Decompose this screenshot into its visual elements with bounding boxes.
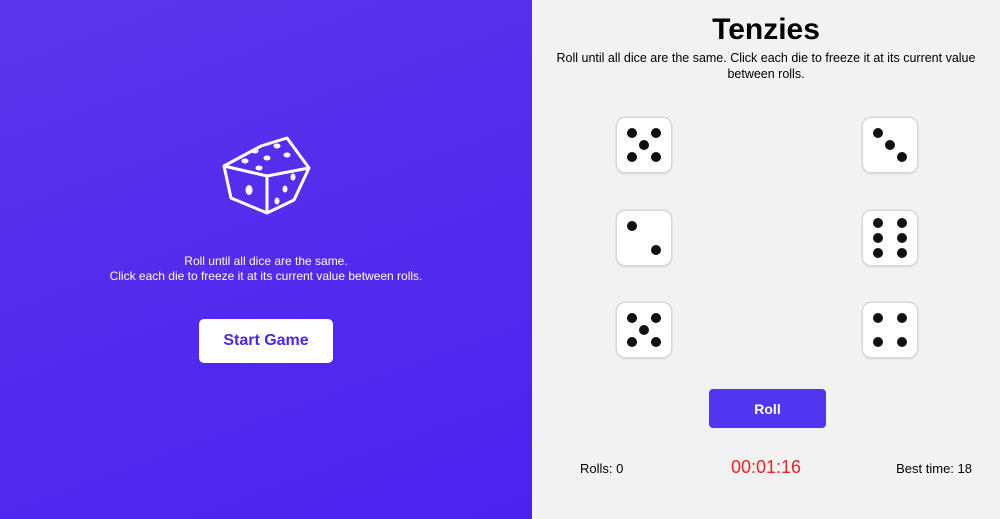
die-pip — [872, 248, 883, 259]
die[interactable] — [863, 118, 917, 172]
die-pip — [651, 312, 662, 323]
die-pip — [651, 245, 662, 256]
die[interactable] — [617, 118, 671, 172]
game-instructions: Roll until all dice are the same. Click … — [556, 51, 976, 81]
die-pip — [651, 152, 662, 163]
die-pip — [626, 312, 637, 323]
die-pip — [872, 233, 883, 243]
die-pip — [897, 152, 908, 163]
die-pip — [626, 220, 637, 231]
die-pip — [872, 217, 883, 228]
die-pip — [897, 312, 908, 323]
die-pip — [639, 140, 649, 150]
die-pip — [872, 127, 883, 138]
die-pip — [872, 312, 883, 323]
die-pip — [872, 337, 883, 348]
die-pip — [897, 217, 908, 228]
start-instructions: Roll until all dice are the same. Click … — [0, 254, 532, 284]
roll-button[interactable]: Roll — [709, 389, 826, 428]
page-title: Tenzies — [712, 13, 820, 46]
die-pip — [897, 337, 908, 348]
die[interactable] — [863, 211, 917, 265]
die-pip — [639, 325, 649, 335]
die[interactable] — [617, 303, 671, 357]
game-panel: Tenzies Roll until all dice are the same… — [532, 0, 1000, 519]
dice-icon — [222, 136, 311, 215]
die-pip — [626, 152, 637, 163]
die-pip — [626, 337, 637, 348]
die-pip — [885, 140, 895, 150]
app: Roll until all dice are the same. Click … — [0, 0, 1000, 519]
die-pip — [651, 337, 662, 348]
die-pip — [651, 127, 662, 138]
start-instructions-line2: Click each die to freeze it at its curre… — [109, 269, 423, 283]
die-pip — [626, 127, 637, 138]
die-pip — [897, 248, 908, 259]
die[interactable] — [617, 211, 671, 265]
best-time: Best time: 18 — [896, 461, 972, 476]
start-game-button[interactable]: Start Game — [199, 319, 333, 363]
start-instructions-line1: Roll until all dice are the same. — [184, 254, 348, 268]
die-pip — [897, 233, 908, 243]
die[interactable] — [863, 303, 917, 357]
start-panel: Roll until all dice are the same. Click … — [0, 0, 532, 519]
